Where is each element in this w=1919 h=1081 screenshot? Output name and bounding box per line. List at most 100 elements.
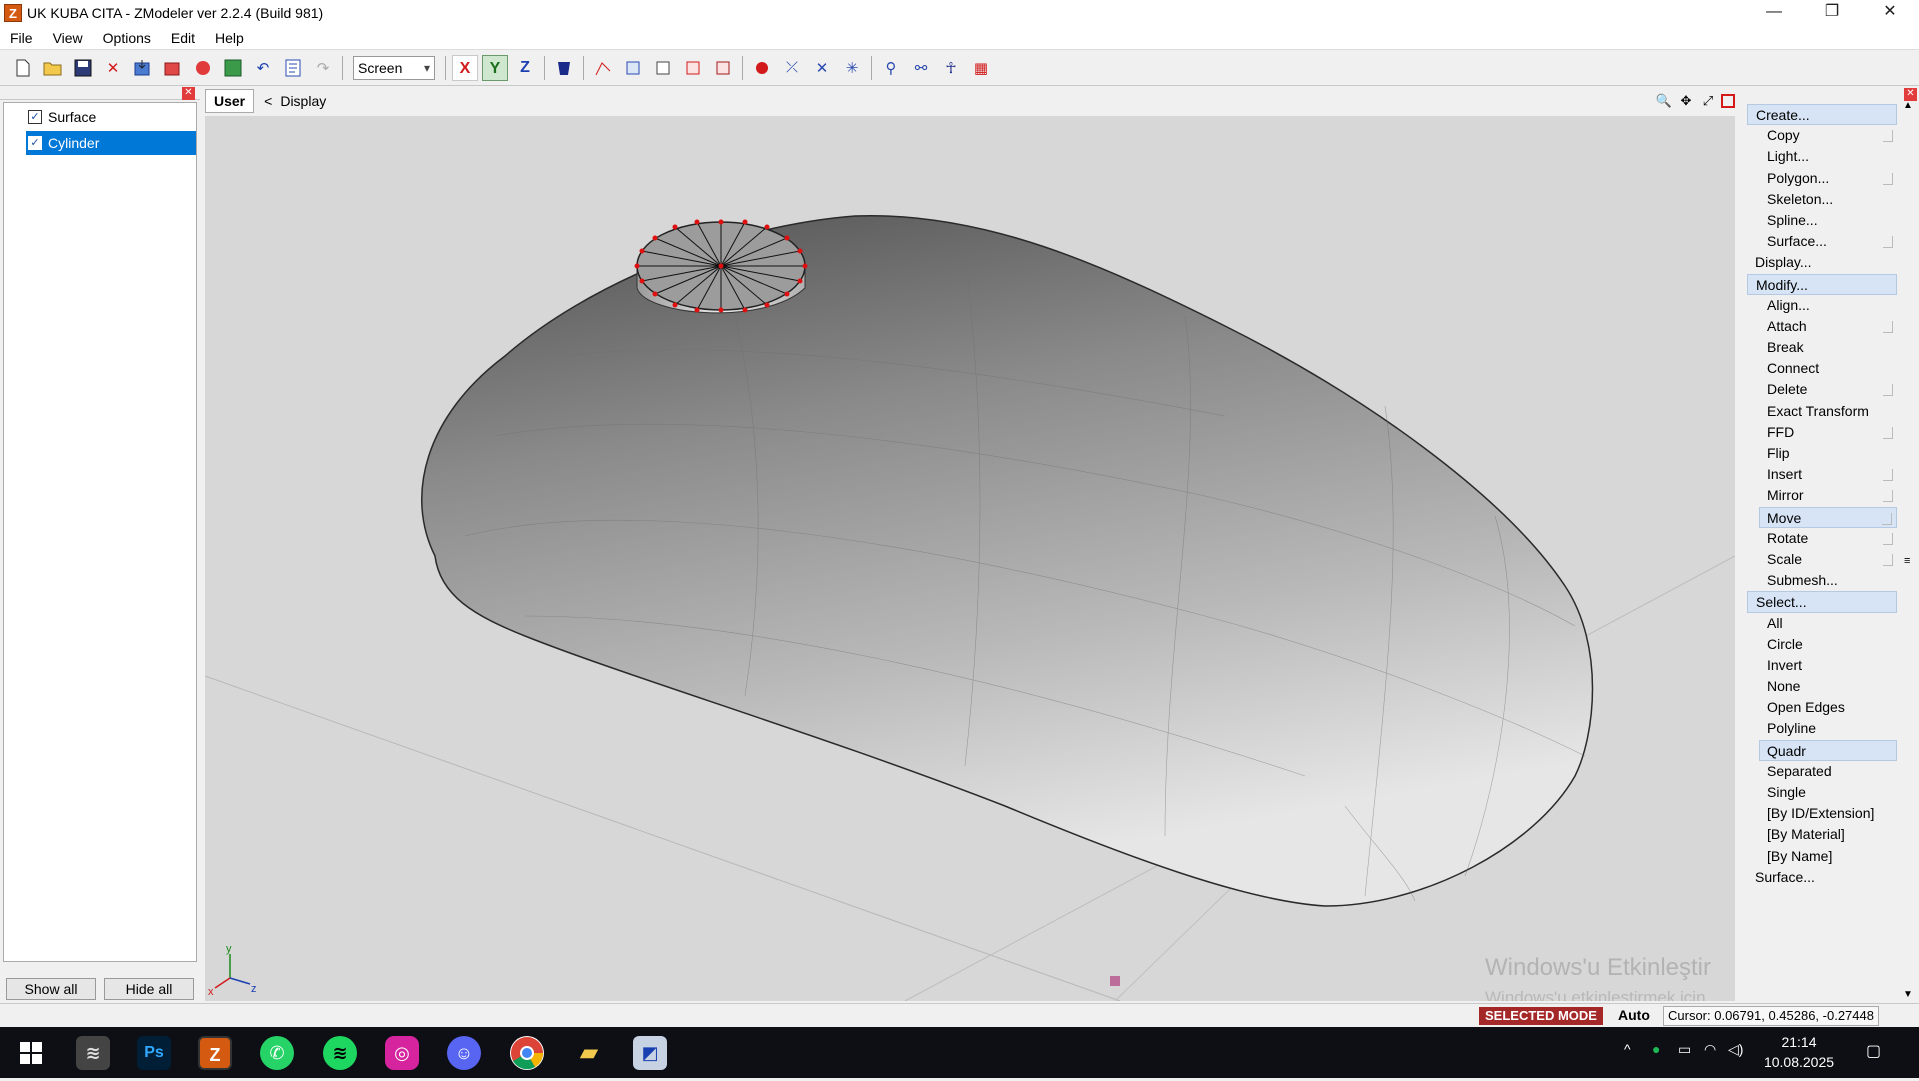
command-flip[interactable]: Flip — [1747, 443, 1897, 464]
delete-icon[interactable]: ✕ — [100, 55, 126, 81]
import-icon[interactable] — [130, 55, 156, 81]
texture-icon[interactable] — [220, 55, 246, 81]
photoshop-icon[interactable]: Ps — [137, 1036, 171, 1070]
command-ffd[interactable]: FFD — [1747, 422, 1897, 443]
material-icon[interactable] — [551, 55, 577, 81]
options-icon[interactable] — [1883, 236, 1893, 249]
notifications-icon[interactable]: ▢ — [1866, 1041, 1881, 1061]
axis-z-toggle[interactable]: Z — [512, 55, 538, 81]
orbit-icon[interactable]: ✥ — [1677, 92, 1695, 110]
menu-options[interactable]: Options — [93, 30, 161, 46]
zoom-icon[interactable]: 🔍 — [1655, 92, 1673, 110]
command-modify[interactable]: Modify... — [1747, 273, 1897, 295]
move-axis-icon[interactable]: ⤫ — [779, 55, 805, 81]
instagram-icon[interactable]: ◎ — [385, 1036, 419, 1070]
command-polyline[interactable]: Polyline — [1747, 718, 1897, 739]
new-file-icon[interactable] — [10, 55, 36, 81]
options-icon[interactable] — [1883, 130, 1893, 143]
command-invert[interactable]: Invert — [1747, 655, 1897, 676]
command-all[interactable]: All — [1747, 613, 1897, 634]
menu-view[interactable]: View — [43, 30, 93, 46]
cube-icon[interactable] — [680, 55, 706, 81]
app-icon[interactable]: ≋ — [76, 1036, 110, 1070]
redo-icon[interactable]: ↷ — [310, 55, 336, 81]
undo-icon[interactable]: ↶ — [250, 55, 276, 81]
zmodeler2-icon[interactable]: ◩ — [633, 1036, 667, 1070]
coord-system-select[interactable]: Screen — [353, 55, 435, 80]
close-panel-icon[interactable]: ✕ — [182, 87, 195, 100]
command-select[interactable]: Select... — [1747, 591, 1897, 613]
hide-all-button[interactable]: Hide all — [104, 978, 194, 1000]
command-scale[interactable]: Scale — [1747, 549, 1897, 570]
command-spline[interactable]: Spline... — [1747, 210, 1897, 231]
3d-viewport[interactable]: y x z Windows'u Etkinleştir Windows'u et… — [205, 116, 1735, 1001]
spotify-icon[interactable]: ≋ — [323, 1036, 357, 1070]
options-icon[interactable] — [1883, 469, 1893, 482]
maximize-button[interactable]: ❐ — [1803, 0, 1861, 26]
zmodeler-icon[interactable]: Z — [198, 1036, 232, 1070]
command-create[interactable]: Create... — [1747, 104, 1897, 126]
command-delete[interactable]: Delete — [1747, 379, 1897, 400]
command-quadr[interactable]: Quadr — [1759, 739, 1897, 761]
vertex-mode-icon[interactable] — [590, 55, 616, 81]
command-single[interactable]: Single — [1747, 782, 1897, 803]
fit-view-icon[interactable]: ⤢ — [1699, 92, 1717, 110]
command-exact-transform[interactable]: Exact Transform — [1747, 401, 1897, 422]
discord-icon[interactable]: ☺ — [447, 1036, 481, 1070]
command-none[interactable]: None — [1747, 676, 1897, 697]
object-mode-icon[interactable] — [620, 55, 646, 81]
scale-axis-icon[interactable]: ✳ — [839, 55, 865, 81]
export-icon[interactable] — [160, 55, 186, 81]
chrome-icon[interactable] — [510, 1036, 544, 1070]
command-align[interactable]: Align... — [1747, 295, 1897, 316]
panel-scrollbar[interactable]: ▲ ≡ ▼ — [1901, 100, 1917, 1000]
tree-item-surface[interactable]: ✓ Surface — [26, 105, 196, 129]
bone-icon[interactable]: ⚲ — [878, 55, 904, 81]
pivot-marker[interactable] — [1110, 976, 1120, 986]
rotate-axis-icon[interactable]: ✕ — [809, 55, 835, 81]
fuel-tank-surface[interactable] — [421, 214, 1594, 907]
maximize-viewport-icon[interactable] — [1721, 94, 1735, 108]
selection-mode-badge[interactable]: SELECTED MODE — [1479, 1007, 1603, 1025]
command-circle[interactable]: Circle — [1747, 634, 1897, 655]
options-icon[interactable] — [1883, 532, 1893, 545]
options-icon[interactable] — [1882, 512, 1892, 525]
minimize-button[interactable]: — — [1745, 0, 1803, 26]
axis-x-toggle[interactable]: X — [452, 54, 478, 81]
display-back-arrow[interactable]: < — [264, 93, 272, 109]
tray-app-icon[interactable]: ● — [1652, 1041, 1660, 1057]
open-folder-icon[interactable] — [40, 55, 66, 81]
options-icon[interactable] — [1883, 384, 1893, 397]
tree-item-cylinder[interactable]: ✓ Cylinder — [26, 131, 196, 155]
options-icon[interactable] — [1883, 553, 1893, 566]
box-select-icon[interactable] — [710, 55, 736, 81]
skeleton-icon[interactable]: ⚯ — [908, 55, 934, 81]
figure-icon[interactable]: ☥ — [938, 55, 964, 81]
scene-canvas[interactable]: y x z — [205, 116, 1735, 1001]
options-icon[interactable] — [1883, 490, 1893, 503]
command-by-name[interactable]: [By Name] — [1747, 846, 1897, 867]
command-break[interactable]: Break — [1747, 337, 1897, 358]
command-connect[interactable]: Connect — [1747, 358, 1897, 379]
file-explorer-icon[interactable]: ▰ — [572, 1036, 606, 1070]
command-insert[interactable]: Insert — [1747, 464, 1897, 485]
checkbox-icon[interactable]: ✓ — [28, 136, 42, 150]
auto-indicator[interactable]: Auto — [1618, 1007, 1650, 1023]
menu-edit[interactable]: Edit — [161, 30, 205, 46]
command-surface[interactable]: Surface... — [1747, 867, 1897, 888]
paint-icon[interactable] — [749, 55, 775, 81]
close-button[interactable]: ✕ — [1861, 0, 1919, 26]
taskbar-clock[interactable]: 21:14 10.08.2025 — [1754, 1032, 1844, 1072]
view-tab-user[interactable]: User — [205, 89, 255, 113]
menu-help[interactable]: Help — [205, 30, 254, 46]
options-icon[interactable] — [1883, 172, 1893, 185]
command-submesh[interactable]: Submesh... — [1747, 570, 1897, 591]
render-icon[interactable] — [190, 55, 216, 81]
command-mirror[interactable]: Mirror — [1747, 485, 1897, 506]
battery-icon[interactable]: ▭ — [1678, 1041, 1691, 1058]
display-breadcrumb[interactable]: Display — [280, 93, 326, 109]
command-light[interactable]: Light... — [1747, 146, 1897, 167]
command-display[interactable]: Display... — [1747, 252, 1897, 273]
command-skeleton[interactable]: Skeleton... — [1747, 189, 1897, 210]
face-mode-icon[interactable] — [650, 55, 676, 81]
